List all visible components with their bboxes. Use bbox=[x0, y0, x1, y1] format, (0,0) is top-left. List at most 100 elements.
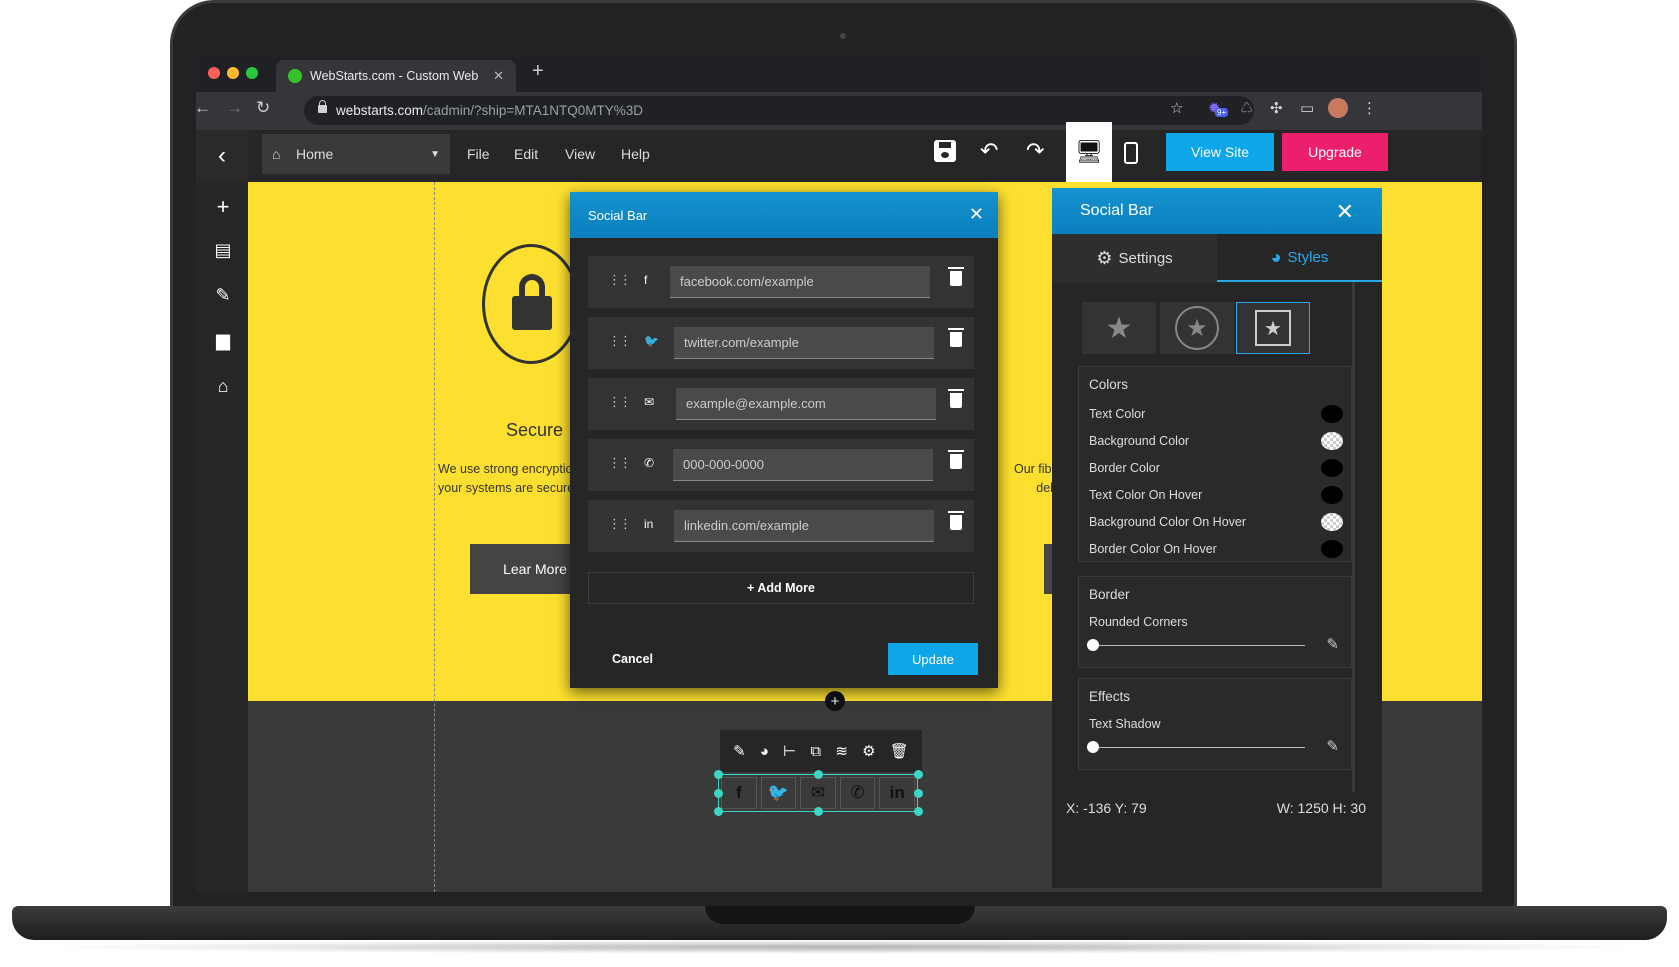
settings-gear-icon[interactable]: ⚙ bbox=[862, 742, 875, 760]
palette-icon[interactable]: ◕ bbox=[760, 743, 769, 760]
color-label: Background Color On Hover bbox=[1089, 515, 1247, 529]
editor-back-button[interactable]: ‹ bbox=[196, 130, 248, 182]
puzzle-icon[interactable]: ✣ bbox=[1270, 99, 1283, 117]
resize-handle[interactable] bbox=[714, 807, 723, 816]
new-tab-icon[interactable]: + bbox=[532, 60, 544, 83]
trash-icon[interactable] bbox=[948, 511, 964, 530]
color-swatch[interactable] bbox=[1321, 432, 1343, 450]
resize-handle[interactable] bbox=[714, 770, 723, 779]
more-vert-icon[interactable]: ⋮ bbox=[1362, 99, 1377, 117]
trash-icon[interactable] bbox=[948, 450, 964, 469]
view-site-button[interactable]: View Site bbox=[1166, 133, 1274, 171]
upgrade-button[interactable]: Upgrade bbox=[1282, 133, 1388, 171]
color-swatch[interactable] bbox=[1321, 486, 1343, 504]
menu-view[interactable]: View bbox=[565, 146, 595, 162]
avatar[interactable] bbox=[1328, 98, 1348, 118]
url-bar[interactable]: webstarts.com/cadmin/?ship=MTA1NTQ0MTY%3… bbox=[304, 96, 1254, 125]
linkedin-icon[interactable]: in bbox=[879, 777, 915, 809]
menu-help[interactable]: Help bbox=[621, 146, 650, 162]
drag-handle-icon[interactable]: ⋮⋮ bbox=[608, 272, 632, 288]
browser-back-icon[interactable]: ← bbox=[196, 98, 211, 118]
color-swatch[interactable] bbox=[1321, 459, 1343, 477]
browser-tab[interactable]: WebStarts.com - Custom Web ✕ bbox=[276, 60, 516, 92]
delete-icon[interactable]: 🗑 bbox=[890, 742, 909, 760]
style-option-square[interactable]: ★ bbox=[1236, 302, 1310, 354]
email-icon[interactable]: ✉ bbox=[800, 777, 836, 809]
trash-icon[interactable] bbox=[948, 267, 964, 286]
close-icon[interactable]: ✕ bbox=[1336, 199, 1354, 225]
resize-handle[interactable] bbox=[914, 770, 923, 779]
phone-icon: ✆ bbox=[644, 456, 655, 470]
rounded-corners-slider[interactable] bbox=[1087, 639, 1305, 651]
drag-handle-icon[interactable]: ⋮⋮ bbox=[608, 455, 632, 471]
text-shadow-slider[interactable] bbox=[1087, 741, 1305, 753]
pages-icon[interactable]: ▤ bbox=[212, 240, 234, 261]
edit-icon[interactable]: ✎ bbox=[733, 742, 746, 760]
social-link-row: ⋮⋮ f bbox=[588, 256, 974, 308]
phone-input[interactable] bbox=[673, 449, 933, 481]
sync-icon[interactable]: ♺ bbox=[1240, 99, 1253, 117]
cast-icon[interactable]: ▭ bbox=[1300, 99, 1314, 117]
twitter-icon[interactable]: 🐦 bbox=[760, 777, 797, 809]
facebook-url-input[interactable] bbox=[670, 266, 930, 298]
comment-icon[interactable]: ▆ bbox=[212, 330, 234, 351]
layers-icon[interactable]: ≋ bbox=[835, 742, 848, 760]
update-button[interactable]: Update bbox=[888, 643, 978, 675]
page-select[interactable]: ⌂ Home ▼ bbox=[262, 134, 450, 174]
phone-icon[interactable]: ✆ bbox=[839, 777, 876, 809]
drag-handle-icon[interactable]: ⋮⋮ bbox=[608, 394, 632, 410]
align-icon[interactable]: ⊢ bbox=[783, 742, 796, 760]
extension-badge-count: 9+ bbox=[1215, 108, 1229, 117]
tab-close-icon[interactable]: ✕ bbox=[493, 68, 504, 84]
linkedin-url-input[interactable] bbox=[674, 510, 934, 542]
store-icon[interactable]: ⌂ bbox=[212, 376, 234, 397]
color-swatch[interactable] bbox=[1321, 405, 1343, 423]
tab-settings[interactable]: ⚙ Settings bbox=[1052, 234, 1217, 282]
window-close-dot[interactable] bbox=[208, 67, 220, 79]
resize-handle[interactable] bbox=[914, 807, 923, 816]
pencil-icon[interactable]: ✎ bbox=[1326, 635, 1339, 653]
feature-text[interactable]: We use strong encryption your systems ar… bbox=[438, 460, 578, 498]
menu-edit[interactable]: Edit bbox=[514, 146, 538, 162]
brush-icon[interactable]: ✎ bbox=[212, 285, 234, 306]
reload-icon[interactable]: ↻ bbox=[256, 98, 270, 118]
add-section-icon[interactable]: + bbox=[825, 691, 845, 711]
add-more-button[interactable]: + Add More bbox=[588, 572, 974, 604]
trash-icon[interactable] bbox=[948, 328, 964, 347]
menu-file[interactable]: File bbox=[467, 146, 490, 162]
save-icon[interactable] bbox=[934, 140, 956, 162]
style-option-circle[interactable]: ★ bbox=[1160, 302, 1234, 354]
pencil-icon[interactable]: ✎ bbox=[1326, 737, 1339, 755]
bookmark-star-icon[interactable]: ☆ bbox=[1170, 99, 1183, 117]
resize-handle[interactable] bbox=[814, 770, 823, 779]
close-icon[interactable]: ✕ bbox=[969, 204, 984, 225]
slider-knob[interactable] bbox=[1087, 741, 1099, 753]
panel-scrollbar[interactable] bbox=[1352, 282, 1355, 792]
resize-handle[interactable] bbox=[914, 789, 923, 798]
duplicate-icon[interactable]: ⧉ bbox=[810, 743, 821, 760]
facebook-icon[interactable]: f bbox=[721, 777, 757, 809]
style-option-plain[interactable]: ★ bbox=[1082, 302, 1156, 354]
drag-handle-icon[interactable]: ⋮⋮ bbox=[608, 333, 632, 349]
cancel-button[interactable]: Cancel bbox=[612, 652, 653, 666]
email-input[interactable] bbox=[676, 388, 936, 420]
star-icon: ★ bbox=[1105, 311, 1133, 345]
window-zoom-dot[interactable] bbox=[246, 67, 258, 79]
mobile-view-icon[interactable] bbox=[1124, 142, 1138, 164]
feature-title[interactable]: Secure bbox=[506, 420, 563, 441]
undo-icon[interactable]: ↶ bbox=[980, 138, 998, 164]
add-element-icon[interactable]: + bbox=[212, 194, 234, 220]
slider-knob[interactable] bbox=[1087, 639, 1099, 651]
window-minimize-dot[interactable] bbox=[227, 67, 239, 79]
trash-icon[interactable] bbox=[948, 389, 964, 408]
resize-handle[interactable] bbox=[814, 807, 823, 816]
redo-icon[interactable]: ↷ bbox=[1026, 138, 1044, 164]
resize-handle[interactable] bbox=[714, 789, 723, 798]
twitter-url-input[interactable] bbox=[674, 327, 934, 359]
color-swatch[interactable] bbox=[1321, 513, 1343, 531]
desktop-view-button[interactable]: 🖥 bbox=[1066, 122, 1112, 182]
drag-handle-icon[interactable]: ⋮⋮ bbox=[608, 516, 632, 532]
tab-styles[interactable]: ◕ Styles bbox=[1217, 234, 1382, 282]
browser-forward-icon[interactable]: → bbox=[226, 98, 243, 118]
color-swatch[interactable] bbox=[1321, 540, 1343, 558]
